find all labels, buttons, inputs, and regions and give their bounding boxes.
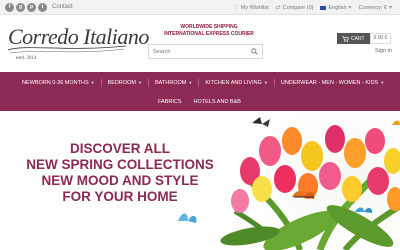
nav-item-hotels[interactable]: HOTELS AND B&B [194,99,241,105]
social-links: f g p t [5,3,47,12]
search-input[interactable] [149,45,249,58]
chevron-down-icon: ▾ [388,5,392,11]
language-selector[interactable]: English ▾ [320,4,352,11]
top-links: ♡ My Wishlist ⇄ Compare (0) English ▾ Cu… [233,4,392,12]
sign-in-link[interactable]: Sign in [375,48,392,54]
nav-item-label: UNDERWEAR - MEN - WOMEN - KIDS [280,79,379,86]
chevron-down-icon: ▼ [188,80,193,85]
banner-line-3: NEW MOOD AND STYLE [41,173,199,188]
currency-label: Currency: € [358,4,387,11]
site-logo[interactable]: Corredo Italiano estd. 2014 [6,22,149,72]
nav-item-label: HOTELS AND B&B [193,98,241,105]
nav-item-label: KITCHEN AND LIVING [205,79,262,86]
nav-row-2: FABRICS HOTELS AND B&B [0,94,400,109]
nav-divider [147,78,149,87]
nav-item-underwear[interactable]: UNDERWEAR - MEN - WOMEN - KIDS ▼ [281,80,384,86]
main-nav: NEWBORN 0-36 MONTHS ▼ BEDROOM ▼ BATHROOM… [0,72,400,111]
nav-item-kitchen-living[interactable]: KITCHEN AND LIVING ▼ [205,80,268,86]
top-bar: f g p t Contact ♡ My Wishlist ⇄ Compare … [0,0,400,15]
flag-icon [320,5,327,10]
nav-item-label: BATHROOM [154,79,187,86]
facebook-icon[interactable]: f [5,3,14,12]
cart[interactable]: CART 0.00 € [337,33,392,44]
chevron-down-icon: ▾ [348,5,352,11]
shipping-line-1: WORLDWIDE SHIPPING [180,24,238,30]
logo-text: Corredo Italiano [8,24,149,49]
chevron-down-icon: ▼ [263,80,268,85]
nav-item-bathroom[interactable]: BATHROOM ▼ [155,80,192,86]
nav-item-newborn[interactable]: NEWBORN 0-36 MONTHS ▼ [22,80,95,86]
nav-item-label: NEWBORN 0-36 MONTHS [22,79,89,86]
cart-button[interactable]: CART [337,33,370,44]
contact-link[interactable]: Contact [52,4,73,10]
wishlist-label: My Wishlist [240,4,269,11]
search-icon[interactable] [251,48,258,55]
nav-item-fabrics[interactable]: FABRICS [158,99,182,105]
nav-item-label: FABRICS [158,98,182,105]
nav-item-label: BEDROOM [107,79,137,86]
logo-estd: estd. 2014 [16,56,37,61]
shipping-notice: WORLDWIDE SHIPPING INTERNATIONAL EXPRESS… [148,24,270,38]
nav-divider [273,78,275,87]
nav-row-1: NEWBORN 0-36 MONTHS ▼ BEDROOM ▼ BATHROOM… [0,75,400,90]
pinterest-icon[interactable]: p [27,3,36,12]
chevron-down-icon: ▼ [138,80,142,85]
twitter-icon[interactable]: t [38,3,47,12]
heart-icon: ♡ [233,5,239,11]
cart-icon [342,35,349,42]
nav-item-bedroom[interactable]: BEDROOM ▼ [108,80,142,86]
wishlist-link[interactable]: ♡ My Wishlist [233,4,269,12]
banner-headline: DISCOVER ALL NEW SPRING COLLECTIONS NEW … [0,141,240,205]
cart-label: CART [351,35,365,42]
banner-line-1: DISCOVER ALL [69,141,170,156]
language-label: English [328,4,347,11]
search-box [148,44,263,59]
page: { "topbar": { "contact": "Contact", "soc… [0,0,400,250]
currency-selector[interactable]: Currency: € ▾ [358,4,392,12]
nav-divider [100,78,102,87]
banner-line-2: NEW SPRING COLLECTIONS [26,157,214,172]
chevron-down-icon: ▼ [90,80,95,85]
compare-link[interactable]: ⇄ Compare (0) [275,4,314,12]
google-plus-icon[interactable]: g [16,3,25,12]
nav-divider [198,78,200,87]
compare-icon: ⇄ [275,5,281,11]
shipping-line-2: INTERNATIONAL EXPRESS COURIER [164,31,254,37]
cart-amount: 0.00 € [369,33,392,44]
hero-banner[interactable]: DISCOVER ALL NEW SPRING COLLECTIONS NEW … [0,111,400,250]
compare-label: Compare (0) [282,4,314,11]
banner-line-4: FOR YOUR HOME [62,189,178,204]
chevron-down-icon: ▼ [380,80,385,85]
